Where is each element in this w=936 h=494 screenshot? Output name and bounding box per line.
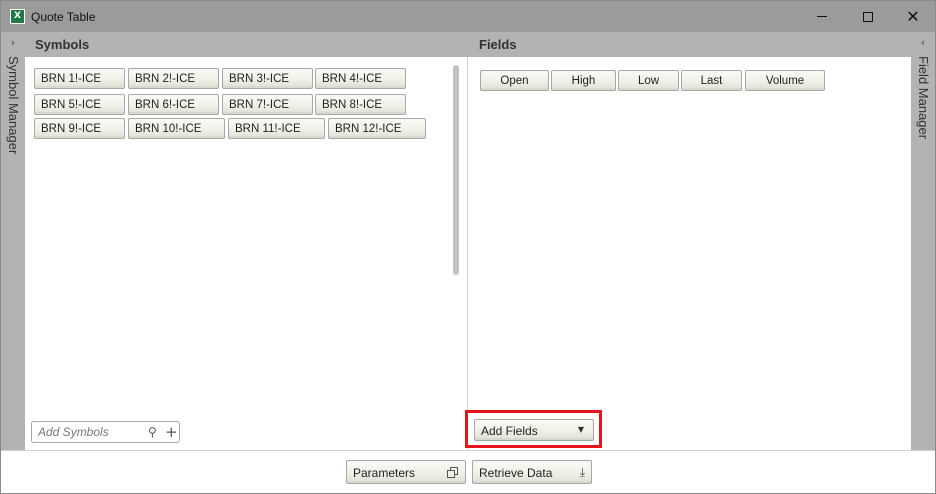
field-chip-volume[interactable]: Volume	[745, 70, 825, 91]
symbols-scrollbar[interactable]	[453, 65, 459, 275]
symbol-chip[interactable]: BRN 2!-ICE	[128, 68, 219, 89]
search-icon[interactable]: ⚲	[148, 425, 157, 439]
quote-table-window: X Quote Table ✕ › Symbol Manager ‹ Field…	[0, 0, 936, 494]
minimize-button[interactable]	[799, 1, 845, 32]
symbol-chip[interactable]: BRN 4!-ICE	[315, 68, 406, 89]
download-icon: ⤓	[579, 465, 585, 479]
symbol-chip[interactable]: BRN 6!-ICE	[128, 94, 219, 115]
field-chip-high[interactable]: High	[551, 70, 616, 91]
symbol-chip[interactable]: BRN 11!-ICE	[228, 118, 325, 139]
symbol-chip[interactable]: BRN 1!-ICE	[34, 68, 125, 89]
title-bar[interactable]: X Quote Table ✕	[1, 1, 935, 32]
symbol-chip[interactable]: BRN 10!-ICE	[128, 118, 225, 139]
field-chip-low[interactable]: Low	[618, 70, 679, 91]
parameters-button[interactable]: Parameters	[346, 460, 466, 484]
expand-right-chevron-icon[interactable]: ‹	[911, 36, 935, 49]
minimize-icon	[817, 16, 827, 17]
symbol-chip[interactable]: BRN 9!-ICE	[34, 118, 125, 139]
parameters-label: Parameters	[353, 466, 416, 480]
maximize-button[interactable]	[845, 1, 891, 32]
restore-window-icon	[447, 467, 458, 478]
add-fields-label: Add Fields	[481, 424, 538, 438]
retrieve-data-label: Retrieve Data	[479, 466, 553, 480]
symbols-panel: BRN 1!-ICE BRN 2!-ICE BRN 3!-ICE BRN 4!-…	[25, 57, 468, 450]
field-manager-strip[interactable]: ‹ Field Manager	[911, 32, 935, 450]
symbol-chip[interactable]: BRN 12!-ICE	[328, 118, 426, 139]
symbol-manager-label: Symbol Manager	[6, 56, 21, 155]
close-icon: ✕	[906, 6, 920, 26]
add-symbols-box[interactable]: ⚲ +	[31, 421, 180, 443]
symbol-chip[interactable]: BRN 3!-ICE	[222, 68, 313, 89]
retrieve-data-button[interactable]: Retrieve Data ⤓	[472, 460, 592, 484]
expand-left-chevron-icon[interactable]: ›	[1, 36, 25, 49]
dropdown-arrow-icon: ▼	[577, 425, 584, 434]
fields-header: Fields	[469, 32, 911, 57]
footer-bar: Parameters Retrieve Data ⤓	[1, 450, 935, 493]
window-title: Quote Table	[31, 10, 96, 24]
add-fields-dropdown[interactable]: Add Fields ▼	[474, 419, 594, 441]
plus-icon[interactable]: +	[165, 423, 178, 441]
fields-panel: Open High Low Last Volume Add Fields ▼	[465, 57, 911, 450]
add-symbols-input[interactable]	[32, 422, 142, 442]
symbol-chip[interactable]: BRN 8!-ICE	[315, 94, 406, 115]
symbol-chip[interactable]: BRN 5!-ICE	[34, 94, 125, 115]
close-button[interactable]: ✕	[890, 1, 936, 32]
field-chip-open[interactable]: Open	[480, 70, 549, 91]
excel-icon: X	[10, 9, 25, 24]
field-chip-last[interactable]: Last	[681, 70, 742, 91]
symbol-manager-strip[interactable]: › Symbol Manager	[1, 32, 25, 450]
field-manager-label: Field Manager	[916, 56, 931, 140]
maximize-icon	[863, 11, 873, 22]
symbols-header: Symbols	[25, 32, 469, 57]
symbol-chip[interactable]: BRN 7!-ICE	[222, 94, 313, 115]
